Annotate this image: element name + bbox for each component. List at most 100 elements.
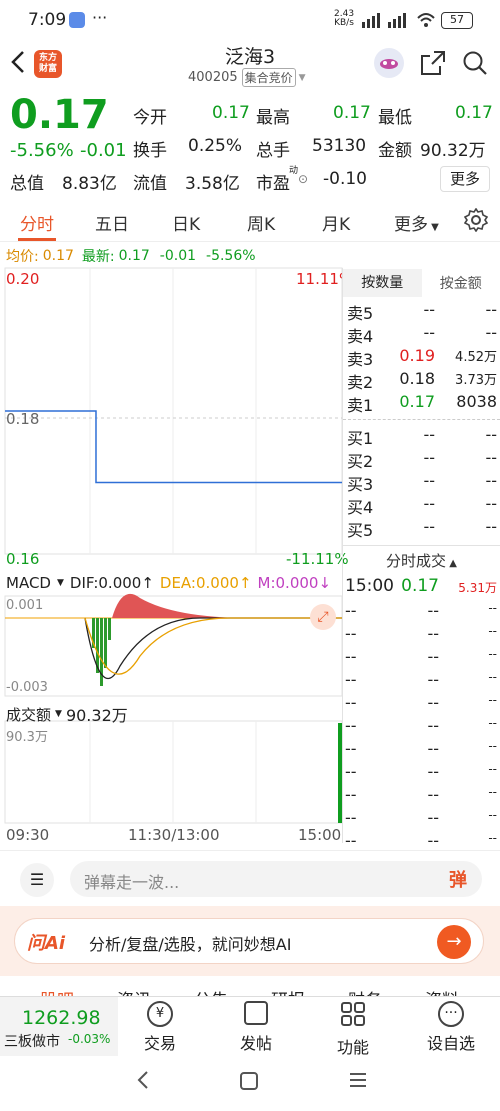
tab-by-amount[interactable]: 按金额 [422,273,500,293]
tick-row: -- -- -- [343,716,500,739]
dropdown-icon: ▼ [298,72,306,83]
danmu-send-button[interactable]: 弹 [444,866,472,892]
bid-price: -- [423,494,435,513]
sub-tab-research[interactable]: 研报 [271,986,305,996]
turnover-label: 换手 [133,141,167,161]
logo-line2: 财富 [38,64,57,74]
app-notification-icon [69,12,85,28]
pe-label: 市盈 [256,174,290,194]
tick-time: -- [345,716,357,735]
tick-volume: -- [488,739,497,753]
battery-icon: 57 [441,12,473,29]
low-label: 最低 [378,108,412,128]
price-change-pct: -5.56% [10,140,74,161]
tick-price: -- [427,670,439,689]
macd-legend[interactable]: MACD ▼ DIF:0.000↑ DEA:0.000↑ M:0.000↓ [6,574,331,592]
sub-tab-finance[interactable]: 财务 [348,986,382,996]
logo-line1: 东方 [38,53,57,63]
sub-tabs: 股吧 资讯 公告 研报 财务 资料 [0,976,500,996]
orderbook-panel: 按数量 按金额 卖5 -- -- 卖4 -- -- 卖3 0.19 4.52万 卖2 0.18… [342,268,500,850]
avatar-icon[interactable] [374,48,404,78]
bid-price: -- [423,517,435,536]
volume-value: 90.32万 [65,706,128,725]
gear-icon[interactable] [463,207,489,236]
caret-up-icon: ▲ [446,558,457,569]
open-label: 今开 [133,108,167,128]
nav-post[interactable]: 发帖 [221,1001,291,1054]
nav-menu-icon[interactable] [348,1070,368,1094]
index-ticker[interactable]: 1262.98 三板做市 -0.03% [0,997,118,1057]
float-value: 3.58亿 [185,174,240,194]
danmu-toggle-icon[interactable]: ☰ [20,863,54,897]
sub-tab-forum[interactable]: 股吧 [40,986,74,996]
macd-dea: DEA:0.000↑ [159,574,252,592]
danmu-bar: ☰ 弹幕走一波... 弹 [0,850,500,906]
trade-mode-badge: 集合竞价 [241,68,296,87]
search-icon[interactable] [462,50,488,80]
ticks-header[interactable]: 分时成交 ▲ [343,546,500,576]
tick-time: -- [345,808,357,827]
tab-monthly-k[interactable]: 月K [322,210,350,235]
bid-list: 买1 -- -- 买2 -- -- 买3 -- -- 买4 -- -- 买5 -- -- [343,423,500,541]
tick-row: -- -- -- [343,601,500,624]
nav-watchlist-label: 设自选 [426,1034,475,1053]
y-bottom-pct: -11.11% [286,550,349,568]
ask-volume: 3.73万 [455,373,497,388]
bid-row-3: 买3 -- -- [343,469,500,494]
tab-daily-k[interactable]: 日K [172,210,200,235]
sub-tab-news[interactable]: 资讯 [117,986,151,996]
stock-header: 东方 财富 泛海3 400205 集合竞价 ▼ [0,40,500,90]
tick-volume: -- [488,693,497,707]
tab-more-label: 更多 [394,215,428,235]
network-speed: 2.43 KB/s [334,10,354,28]
ai-banner[interactable]: 问Ai 分析/复盘/选股，就问妙想AI → [14,918,484,964]
volume-title: 成交额 [6,705,52,724]
ask-row-3: 卖3 0.19 4.52万 [343,344,500,369]
volume-legend[interactable]: 成交额 ▼ 90.32万 [6,702,128,726]
ask-volume: -- [485,300,497,319]
macd-dea-line [84,617,342,675]
bid-price: -- [423,471,435,490]
tab-more[interactable]: 更多 ▼ [394,210,439,235]
grid-icon [341,1002,365,1026]
sub-tab-profile[interactable]: 资料 [425,986,459,996]
back-icon[interactable] [8,48,28,80]
tick-price: -- [427,762,439,781]
nav-trade[interactable]: ¥ 交易 [125,1001,195,1054]
stock-code-line[interactable]: 400205 集合竞价 ▼ [188,68,306,87]
tick-row: 15:00 0.17 5.31万 [343,576,500,599]
danmu-input[interactable]: 弹幕走一波... 弹 [70,861,482,897]
x-label-close: 15:00 [298,826,342,844]
arrow-right-icon[interactable]: → [437,925,471,959]
nav-watchlist[interactable]: ··· 设自选 [416,1001,486,1054]
info-icon[interactable]: ⊙ [298,172,308,186]
mktcap-value: 8.83亿 [62,174,117,194]
ai-banner-text: 分析/复盘/选股，就问妙想AI [89,935,292,954]
expand-icon[interactable]: ⤢ [310,604,336,630]
nav-back-icon[interactable] [133,1068,153,1096]
current-price-value: 0.17 [10,92,109,138]
tab-weekly-k[interactable]: 周K [247,210,275,235]
latest-value: 0.17 [118,248,150,264]
sub-tab-announcements[interactable]: 公告 [194,986,228,996]
tick-price: -- [427,624,439,643]
nav-functions[interactable]: 功能 [318,1001,388,1058]
macd-y-bottom: -0.003 [6,680,48,695]
tab-intraday[interactable]: 分时 [20,210,54,235]
bid-row-5: 买5 -- -- [343,515,500,540]
intraday-info-line: 均价: 0.17 最新: 0.17 -0.01 -5.56% [6,246,256,266]
macd-title: MACD [6,574,51,592]
tab-by-quantity[interactable]: 按数量 [343,269,422,297]
tab-five-day[interactable]: 五日 [95,210,129,235]
low-value: 0.17 [455,103,493,123]
share-icon[interactable] [420,50,446,80]
bottom-bar: 1262.98 三板做市 -0.03% ¥ 交易 发帖 功能 ··· 设自选 [0,996,500,1058]
net-speed-unit: KB/s [334,18,354,28]
status-time: 7:09 [28,10,67,30]
tick-price: 0.17 [401,576,439,596]
caret-down-icon: ▼ [428,222,439,233]
more-button[interactable]: 更多 [440,166,490,192]
tick-time: 15:00 [345,576,394,596]
ask-volume: 8038 [456,392,497,411]
nav-home-icon[interactable] [240,1072,258,1090]
